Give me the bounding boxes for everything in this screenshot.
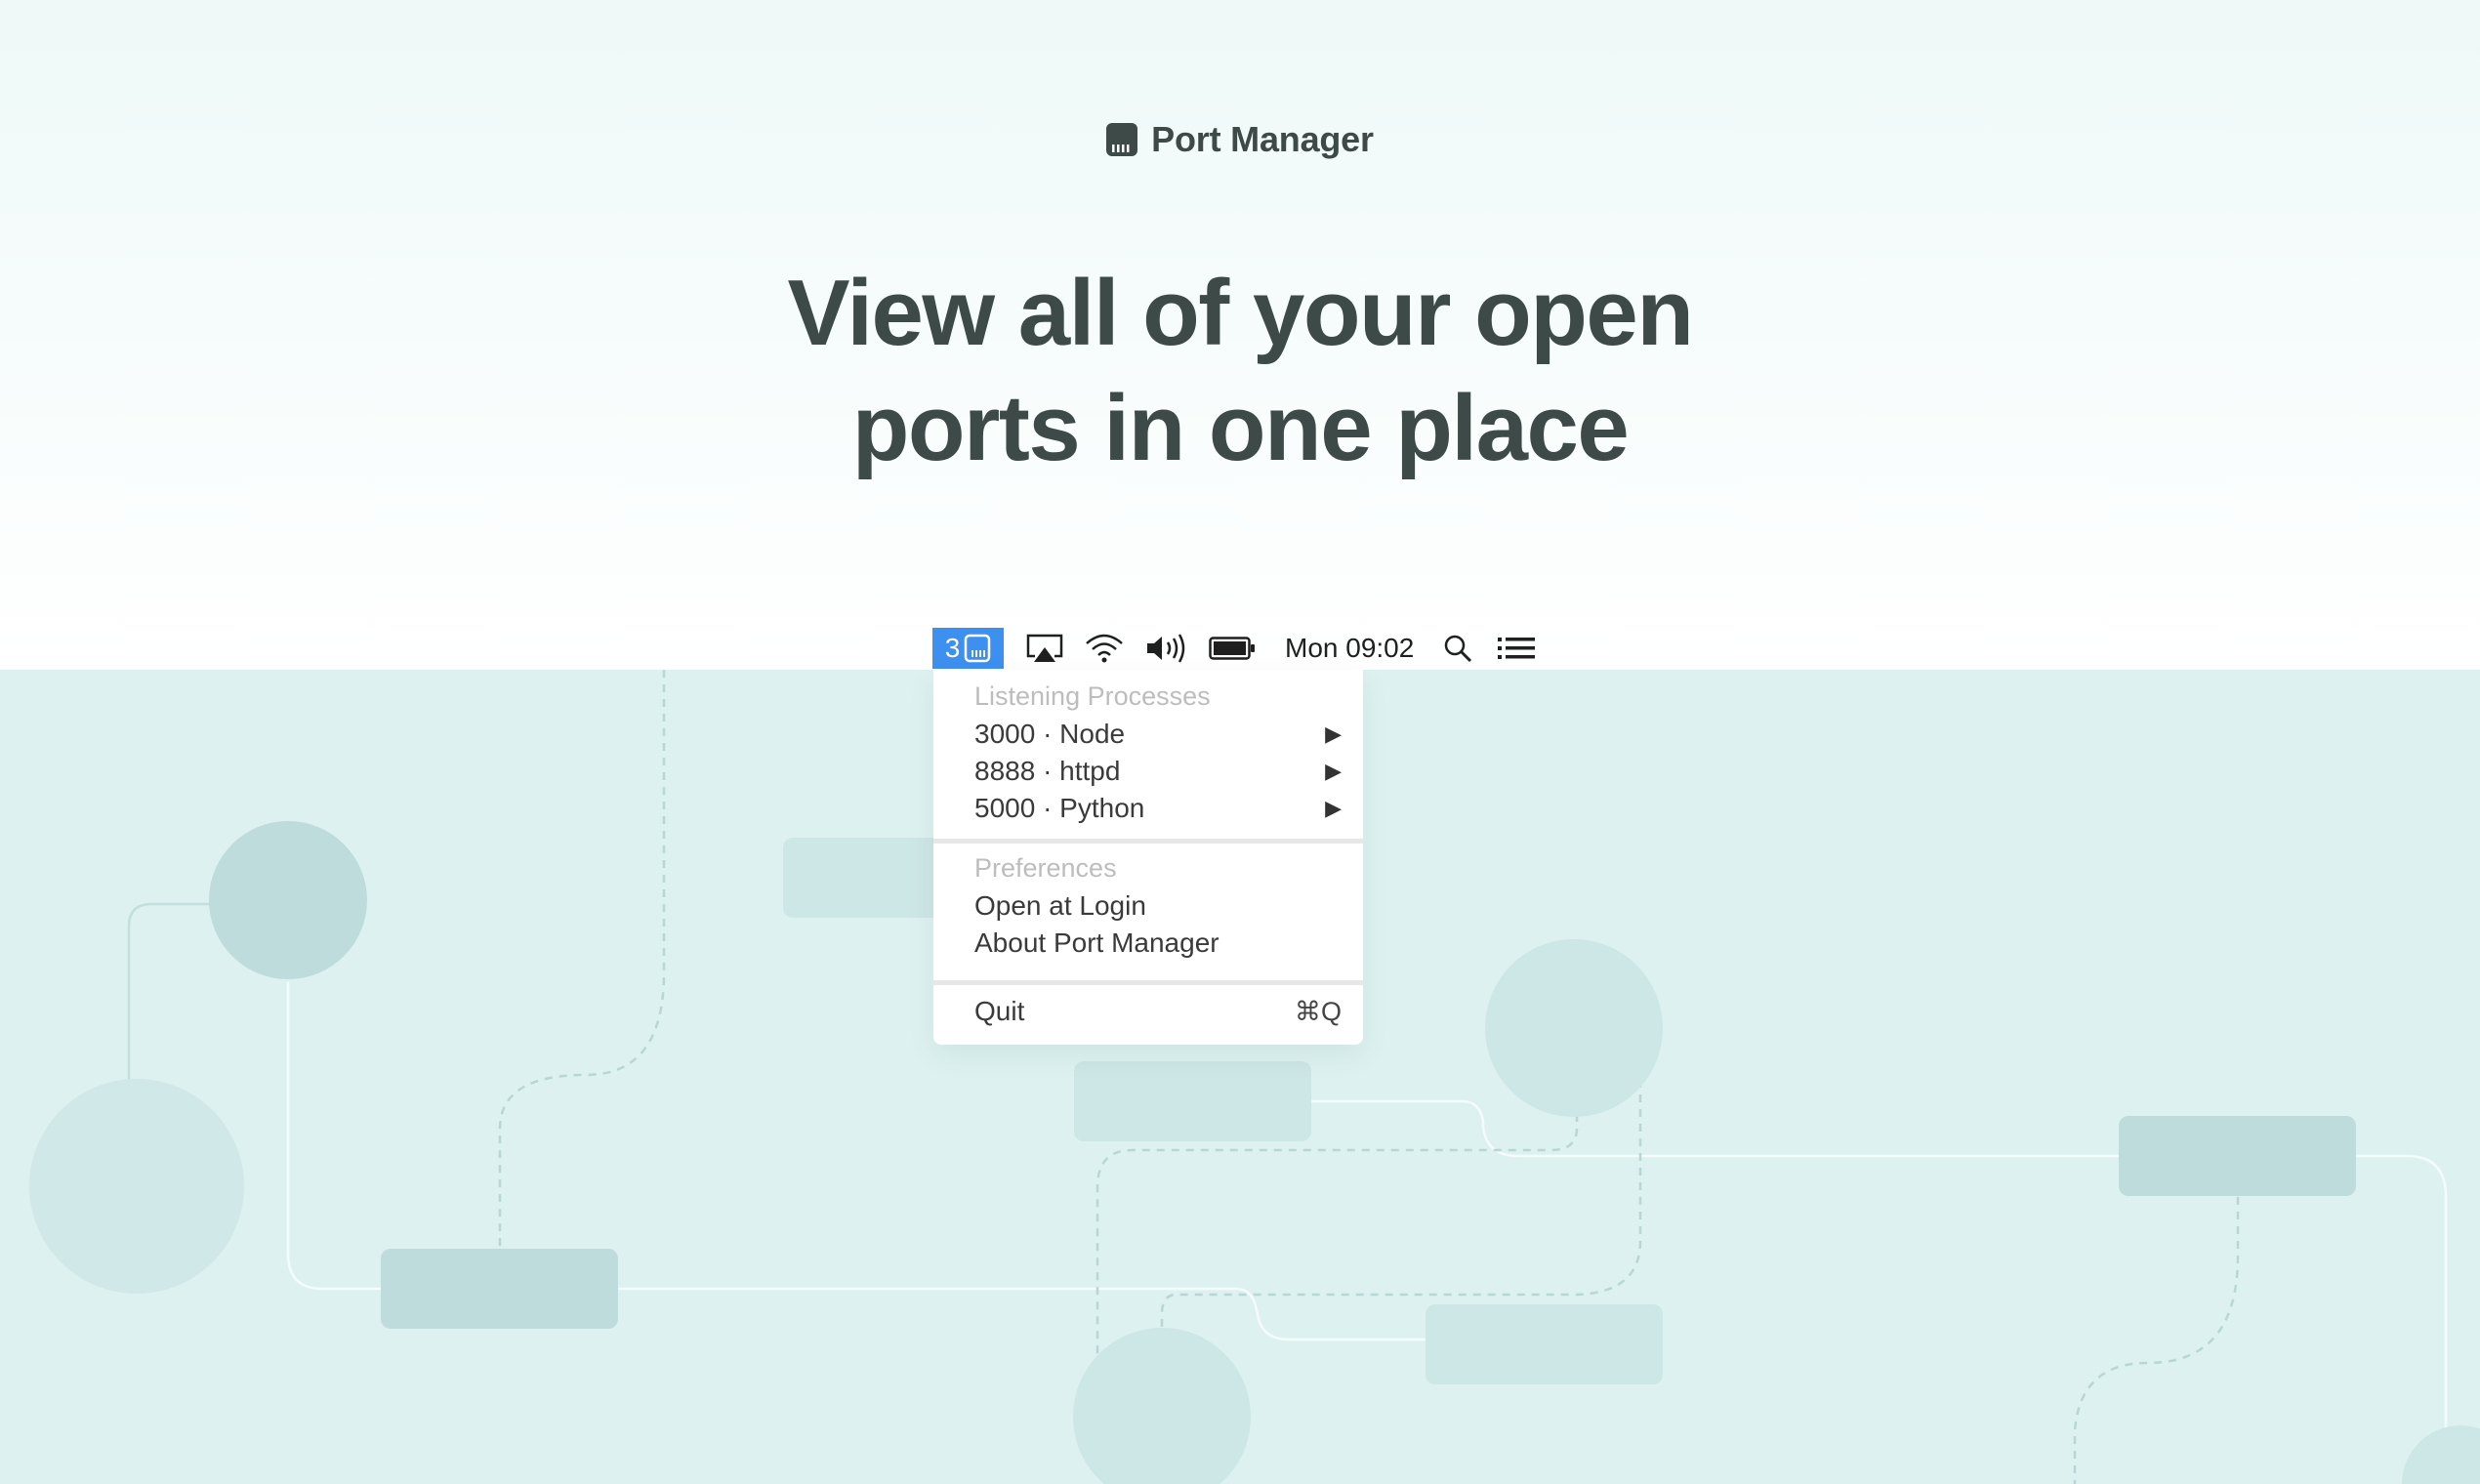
listening-processes-header: Listening Processes (974, 681, 1211, 711)
battery-icon[interactable] (1209, 637, 1256, 660)
submenu-arrow-icon: ▶ (1325, 721, 1342, 746)
submenu-arrow-icon: ▶ (1325, 796, 1342, 820)
brand-name: Port Manager (1151, 119, 1374, 159)
process-item-node[interactable]: 3000 · Node ▶ (974, 717, 1342, 752)
menu-item-label: Open at Login (974, 890, 1146, 921)
process-item-python[interactable]: 5000 · Python ▶ (974, 791, 1342, 826)
brand-logo[interactable]: Port Manager (0, 119, 2480, 160)
quit-shortcut: ⌘Q (1294, 996, 1342, 1026)
menu-bar-clock[interactable]: Mon 09:02 (1285, 633, 1414, 664)
open-at-login-item[interactable]: Open at Login (974, 888, 1342, 924)
hero-section: Port Manager View all of your open ports… (0, 0, 2480, 670)
menu-separator (933, 980, 1363, 985)
process-label: 8888 · httpd (974, 756, 1121, 786)
port-manager-menu: Listening Processes 3000 · Node ▶ 8888 ·… (933, 670, 1363, 1045)
airplay-icon[interactable] (1025, 633, 1064, 664)
process-label: 5000 · Python (974, 793, 1145, 823)
port-icon (1106, 123, 1138, 156)
headline-line-2: ports in one place (851, 376, 1630, 480)
page-headline: View all of your open ports in one place (0, 256, 2480, 486)
menu-item-label: About Port Manager (974, 928, 1219, 958)
open-port-count: 3 (944, 633, 961, 663)
list-icon[interactable] (1498, 637, 1537, 660)
menu-item-label: Quit (974, 996, 1025, 1026)
search-icon[interactable] (1443, 634, 1472, 663)
volume-icon[interactable] (1144, 633, 1187, 664)
quit-item[interactable]: Quit ⌘Q (974, 994, 1342, 1029)
port-manager-status-item[interactable]: 3 (932, 628, 1004, 669)
port-icon (965, 634, 991, 663)
menu-bar: 3 Mon 09:02 (932, 628, 1537, 669)
headline-line-1: View all of your open (787, 261, 1694, 365)
submenu-arrow-icon: ▶ (1325, 759, 1342, 783)
wifi-icon[interactable] (1084, 633, 1125, 664)
about-item[interactable]: About Port Manager (974, 926, 1342, 961)
process-item-httpd[interactable]: 8888 · httpd ▶ (974, 754, 1342, 789)
preferences-header: Preferences (974, 853, 1117, 883)
process-label: 3000 · Node (974, 719, 1126, 749)
menu-separator (933, 839, 1363, 844)
